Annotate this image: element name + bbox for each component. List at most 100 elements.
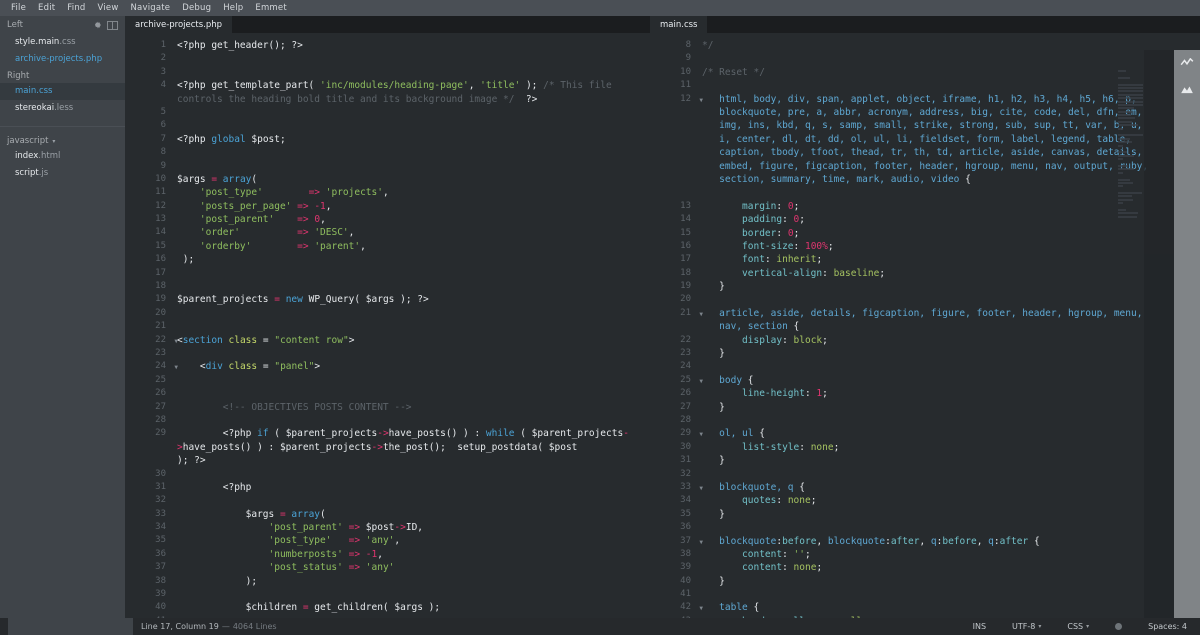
fold-arrow-icon[interactable]: ▼ bbox=[699, 94, 703, 107]
code-line: <div class = "panel"> bbox=[177, 360, 650, 373]
split-panel-icon[interactable] bbox=[106, 19, 118, 31]
insert-mode-indicator[interactable]: INS bbox=[960, 622, 999, 631]
menu-item-edit[interactable]: Edit bbox=[32, 0, 61, 16]
line-number: 30 bbox=[125, 468, 169, 481]
menu-item-file[interactable]: File bbox=[5, 0, 32, 16]
line-number: 37▼ bbox=[650, 535, 694, 548]
minimap-line bbox=[1118, 168, 1134, 170]
code-line: <?php get_template_part( 'inc/modules/he… bbox=[177, 79, 650, 106]
code-line bbox=[702, 360, 1200, 373]
editor-panes: archive-projects.php 1234567891011121314… bbox=[125, 16, 1200, 618]
code-line: vertical-align: baseline; bbox=[702, 267, 1200, 280]
sidebar-group-javascript[interactable]: javascript ▾ bbox=[0, 126, 125, 148]
code-line: blockquote, q { bbox=[702, 481, 1200, 494]
minimap-line bbox=[1118, 94, 1143, 96]
code-line: 'post_status' => 'any' bbox=[177, 561, 650, 574]
fold-arrow-icon[interactable]: ▼ bbox=[699, 428, 703, 441]
code-line: $parent_projects = new WP_Query( $args )… bbox=[177, 293, 650, 306]
tab-main-css[interactable]: main.css bbox=[650, 16, 708, 33]
status-bar-left-strip bbox=[8, 618, 133, 635]
minimap-line bbox=[1118, 141, 1132, 143]
line-number-gutter-left: 12345678910111213141516171819202122▼2324… bbox=[125, 33, 169, 618]
fold-arrow-icon[interactable]: ▼ bbox=[174, 361, 178, 374]
line-number: 26 bbox=[650, 387, 694, 400]
window-body: Left style.main.cssarchive-projects.phpR… bbox=[0, 16, 1200, 618]
code-line: } bbox=[702, 401, 1200, 414]
line-number: 18 bbox=[125, 280, 169, 293]
line-number: 42▼ bbox=[650, 601, 694, 614]
line-number: 19 bbox=[650, 280, 694, 293]
sidebar-file-index-html[interactable]: index.html bbox=[0, 148, 125, 165]
line-number: 24▼ bbox=[125, 360, 169, 373]
line-number: 40 bbox=[650, 575, 694, 588]
file-extension: .html bbox=[38, 151, 60, 161]
minimap-line bbox=[1118, 145, 1123, 147]
activity-graph-icon[interactable] bbox=[1174, 50, 1200, 76]
minimap-line bbox=[1118, 158, 1123, 160]
minimap-toggle-icon[interactable] bbox=[1174, 76, 1200, 102]
code-line: content: none; bbox=[702, 561, 1200, 574]
line-number: 33 bbox=[125, 508, 169, 521]
code-line: font-size: 100%; bbox=[702, 240, 1200, 253]
code-content-left[interactable]: <?php get_header(); ?> <?php get_templat… bbox=[169, 33, 650, 618]
file-extension: .php bbox=[83, 54, 102, 64]
sidebar-file-stereokai-less[interactable]: stereokai.less bbox=[0, 100, 125, 117]
sidebar-file-main-css[interactable]: main.css bbox=[0, 83, 125, 100]
minimap-line bbox=[1118, 124, 1138, 126]
code-line: } bbox=[702, 454, 1200, 467]
sidebar-file-script-js[interactable]: script.js bbox=[0, 165, 125, 182]
code-editor-left[interactable]: 12345678910111213141516171819202122▼2324… bbox=[125, 33, 650, 618]
encoding-selector[interactable]: UTF-8▾ bbox=[999, 622, 1054, 631]
menu-item-debug[interactable]: Debug bbox=[176, 0, 217, 16]
line-number: 15 bbox=[125, 240, 169, 253]
record-macro-icon[interactable] bbox=[1102, 623, 1135, 630]
line-number: 21▼ bbox=[650, 307, 694, 334]
line-number: 29 bbox=[125, 427, 169, 467]
syntax-selector[interactable]: CSS▾ bbox=[1054, 622, 1102, 631]
menu-item-navigate[interactable]: Navigate bbox=[125, 0, 177, 16]
gear-icon[interactable] bbox=[91, 19, 103, 31]
code-line: table { bbox=[702, 601, 1200, 614]
line-number: 2 bbox=[125, 52, 169, 65]
fold-arrow-icon[interactable]: ▼ bbox=[174, 335, 178, 348]
minimap-line bbox=[1118, 84, 1143, 86]
line-number: 14 bbox=[650, 213, 694, 226]
fold-arrow-icon[interactable]: ▼ bbox=[699, 308, 703, 321]
line-number: 17 bbox=[650, 253, 694, 266]
code-line bbox=[177, 106, 650, 119]
line-number: 38 bbox=[650, 548, 694, 561]
minimap-line bbox=[1118, 114, 1131, 116]
line-number: 32 bbox=[650, 468, 694, 481]
minimap-line bbox=[1118, 97, 1143, 99]
code-line: } bbox=[702, 575, 1200, 588]
line-number: 31 bbox=[650, 454, 694, 467]
line-number: 33▼ bbox=[650, 481, 694, 494]
fold-arrow-icon[interactable]: ▼ bbox=[699, 375, 703, 388]
sidebar-file-archive-projects-php[interactable]: archive-projects.php bbox=[0, 51, 125, 68]
minimap-line bbox=[1118, 138, 1130, 140]
tabbar-right: main.css bbox=[650, 16, 1200, 33]
menu-item-help[interactable]: Help bbox=[217, 0, 249, 16]
menu-item-view[interactable]: View bbox=[92, 0, 125, 16]
fold-arrow-icon[interactable]: ▼ bbox=[699, 602, 703, 615]
menu-item-emmet[interactable]: Emmet bbox=[249, 0, 293, 16]
line-number: 23 bbox=[125, 347, 169, 360]
code-line: 'posts_per_page' => -1, bbox=[177, 200, 650, 213]
tab-archive-projects-php[interactable]: archive-projects.php bbox=[125, 16, 233, 33]
sidebar-group-right[interactable]: Right bbox=[0, 68, 125, 83]
code-line: 'orderby' => 'parent', bbox=[177, 240, 650, 253]
minimap-line bbox=[1118, 117, 1135, 119]
minimap-line bbox=[1118, 70, 1126, 72]
fold-arrow-icon[interactable]: ▼ bbox=[699, 536, 703, 549]
minimap-line bbox=[1118, 77, 1130, 79]
indent-selector[interactable]: Spaces: 4 bbox=[1135, 622, 1200, 631]
code-editor-right[interactable]: 89101112▼131415161718192021▼22232425▼262… bbox=[650, 33, 1200, 618]
code-line: 'post_type' => 'projects', bbox=[177, 186, 650, 199]
menu-item-find[interactable]: Find bbox=[61, 0, 91, 16]
fold-arrow-icon[interactable]: ▼ bbox=[699, 482, 703, 495]
line-number: 25 bbox=[125, 374, 169, 387]
line-number: 22▼ bbox=[125, 334, 169, 347]
minimap[interactable] bbox=[1144, 50, 1174, 618]
line-number: 8 bbox=[125, 146, 169, 159]
sidebar-file-style-main-css[interactable]: style.main.css bbox=[0, 34, 125, 51]
